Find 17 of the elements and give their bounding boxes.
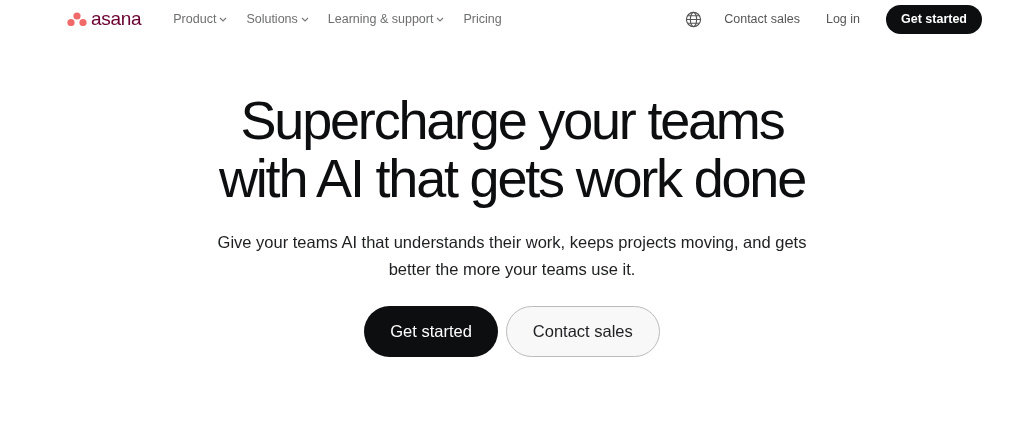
caret-icon <box>219 16 228 22</box>
hero-subtitle: Give your teams AI that understands their work, keeps projects moving, and gets better the more your teams use it. <box>217 232 807 280</box>
logo-text: asana <box>91 8 142 30</box>
nav-link[interactable]: Pricing <box>463 12 502 26</box>
get-started-button[interactable]: Get started <box>364 306 498 357</box>
header-link[interactable]: Log in <box>825 12 860 26</box>
globe-icon[interactable] <box>685 10 703 28</box>
header-link[interactable]: Contact sales <box>724 12 800 26</box>
nav-link[interactable]: Learning & support <box>327 12 445 26</box>
get-started-button[interactable]: Get started <box>886 4 982 34</box>
caret-icon <box>300 16 309 22</box>
hero-headline: Supercharge your teams with AI that gets work done <box>218 91 806 207</box>
caret-icon <box>436 16 445 22</box>
nav-link[interactable]: Product <box>173 12 228 26</box>
nav-link[interactable]: Solutions <box>246 12 309 26</box>
contact-sales-button[interactable]: Contact sales <box>505 306 660 357</box>
logo-icon <box>67 12 87 26</box>
